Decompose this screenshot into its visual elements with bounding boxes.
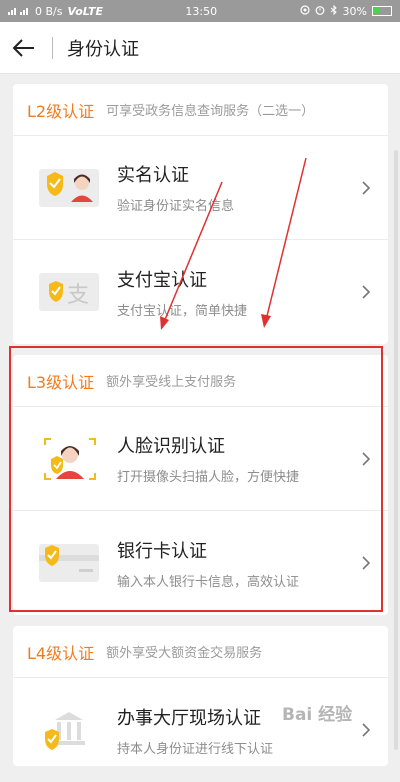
item-subtitle: 输入本人银行卡信息，高效认证 [117,574,300,590]
section-header: L2级认证 可享受政务信息查询服务（二选一） [13,84,388,136]
level-label: L4级认证 [27,643,95,663]
level-desc: 可享受政务信息查询服务（二选一） [106,104,315,119]
item-title: 人脸识别认证 [117,436,225,457]
signal-icon [8,5,30,18]
id-card-icon [39,168,99,207]
level-desc: 额外享受线上支付服务 [106,375,237,390]
status-bar: 0 B/s VoLTE 13:50 30% [0,0,400,22]
nav-bar: 身份认证 [0,22,400,74]
section-l4: L4级认证 额外享受大额资金交易服务 办事大厅现场认证 持本人身份证进行线下认证 [13,626,388,766]
item-bank-card[interactable]: 银行卡认证 输入本人银行卡信息，高效认证 [13,511,388,615]
nav-divider [52,36,53,59]
location-icon [299,4,310,18]
item-title: 银行卡认证 [117,540,207,562]
face-scan-icon [44,437,96,480]
network-speed: 0 B/s [35,4,63,18]
section-header: L3级认证 额外享受线上支付服务 [13,355,388,407]
alipay-icon: 支 [39,273,99,311]
level-desc: 额外享受大额资金交易服务 [106,646,263,661]
chevron-right-icon [362,180,370,195]
chevron-right-icon [362,556,370,570]
svg-text:支: 支 [67,283,89,308]
item-subtitle: 支付宝认证，简单快捷 [117,303,248,319]
item-title: 办事大厅现场认证 [117,707,261,729]
back-arrow-icon [12,38,34,57]
clock: 13:50 [185,4,218,18]
item-subtitle: 打开摄像头扫描人脸，方便快捷 [117,470,300,485]
chevron-right-icon [362,285,370,299]
battery-percent: 30% [342,4,367,18]
item-subtitle: 持本人身份证进行线下认证 [117,741,274,757]
item-service-hall[interactable]: 办事大厅现场认证 持本人身份证进行线下认证 [13,678,388,782]
bluetooth-icon [330,4,338,18]
watermark: Bai 经验 [282,705,353,725]
item-subtitle: 验证身份证实名信息 [117,199,235,214]
bank-card-icon [39,544,99,582]
item-real-name[interactable]: 实名认证 验证身份证实名信息 [13,136,388,240]
level-label: L2级认证 [27,101,95,121]
battery-icon [372,6,392,16]
section-header: L4级认证 额外享受大额资金交易服务 [13,626,388,678]
item-title: 实名认证 [117,165,189,186]
service-hall-icon [45,712,85,750]
scrollbar[interactable] [394,150,398,750]
level-label: L3级认证 [27,372,95,392]
page-title: 身份认证 [67,38,139,60]
chevron-right-icon [362,451,370,466]
back-button[interactable] [0,22,46,74]
section-l2: L2级认证 可享受政务信息查询服务（二选一） 实名认证 验证身份证实名信息 支 … [13,84,388,344]
network-type: VoLTE [67,4,103,18]
alarm-icon [315,5,325,18]
chevron-right-icon [362,723,370,737]
item-face-recognition[interactable]: 人脸识别认证 打开摄像头扫描人脸，方便快捷 [13,407,388,511]
item-title: 支付宝认证 [117,269,207,291]
section-l3: L3级认证 额外享受线上支付服务 人脸识别认证 打开摄像头扫描人脸，方便快捷 银… [13,355,388,615]
item-alipay[interactable]: 支 支付宝认证 支付宝认证，简单快捷 [13,240,388,344]
